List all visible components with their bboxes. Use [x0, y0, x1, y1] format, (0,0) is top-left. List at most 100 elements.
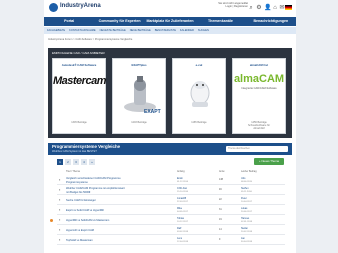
vendor-card-title[interactable]: Autodesk® CAM Software — [53, 63, 105, 67]
page-link[interactable]: 4 — [81, 159, 87, 165]
topic-status-icon: ▪ — [59, 237, 61, 242]
vendor-card[interactable]: e-cut 1165 Beiträge — [172, 58, 226, 134]
topic-status-icon: ▪ — [59, 197, 61, 202]
new-topic-button[interactable]: + Neues Thema — [254, 158, 284, 165]
main-nav-item[interactable]: Community für Experten — [94, 17, 144, 26]
topic-row[interactable]: ▪ Esprit vs Solid CAM vs HyperMill Mike 04.… — [44, 206, 296, 215]
page-link[interactable]: 2 — [65, 159, 71, 165]
topic-title[interactable]: Hypermill vs Esprit CAM — [66, 229, 150, 232]
column-title[interactable]: Titel / Thema — [66, 170, 80, 173]
topic-replies: 14 — [219, 228, 222, 231]
forum-title: Programmiersysteme Vergleiche — [52, 144, 121, 149]
topic-row[interactable]: ▪ Suche CAM für Einsteiger Jonas88 22.03.20… — [44, 196, 296, 205]
home-icon[interactable]: ⌂ — [272, 5, 278, 11]
topic-status-icon: ▪ — [59, 177, 61, 182]
topic-replies: 138 — [219, 178, 223, 181]
vendor-card-count: 1456 Beiträge Schneidsoftware für AlmaCA… — [247, 121, 271, 131]
topic-date: 15.10.2016 — [177, 190, 188, 193]
main-nav-item[interactable]: Portal — [44, 17, 94, 26]
last-post-date: 20.06.2017 — [241, 210, 252, 213]
pagination: 1 2 3 4 » — [57, 159, 95, 165]
topic-status-icon: ▪ — [59, 227, 61, 232]
topic-row[interactable]: ▪ Hypermill vs Esprit CAM Ralf 03.02.2018 14… — [44, 226, 296, 235]
forum-subtitle: Welches CAM-System ist das BESTE? — [52, 150, 97, 153]
last-post-date: 05.11.2016 — [241, 190, 252, 193]
featured-vendors: EMPFOHLENE CAD / CAM ANBIETER Autodesk® … — [48, 48, 292, 138]
topic-title[interactable]: TopSolid vs Mastercam — [66, 239, 150, 242]
topic-title[interactable]: Suche CAM für Einsteiger — [66, 199, 150, 202]
topic-date: 22.03.2017 — [177, 200, 188, 203]
topic-date: 10.12.2017 — [177, 220, 188, 223]
topic-replies: 31 — [219, 208, 222, 211]
topic-status-icon: ▪ — [59, 217, 61, 222]
language-flag-icon[interactable] — [285, 5, 292, 10]
topic-row[interactable]: ▪ TopSolid vs Mastercam Jens 12.04.2018 9 Jan… — [44, 236, 296, 245]
topic-status-icon: ▪ — [59, 187, 61, 192]
topic-replies: 9 — [219, 238, 221, 241]
last-post-date: 20.02.2018 — [241, 230, 252, 233]
mastercam-logo: Mastercam — [53, 75, 106, 87]
main-nav-item[interactable]: Benachrichtigungen — [246, 17, 296, 26]
topic-title-line2[interactable]: Programmsysteme — [66, 181, 150, 184]
next-page-link[interactable]: » — [89, 159, 95, 165]
user-icon[interactable]: 👤 — [264, 5, 271, 11]
topic-row[interactable]: ▪ Vergleich verschiedener CAD/CAM Program… — [44, 176, 296, 185]
topic-row[interactable]: ▪ HyperMill vs SolidCAM vs Mastercam Tobia… — [44, 216, 296, 225]
topic-title[interactable]: Esprit vs Solid CAM vs HyperMill — [66, 209, 150, 212]
breadcrumb[interactable]: IndustryArena Forum > CAD-Software > Pro… — [48, 38, 132, 41]
sub-nav-item[interactable]: NEUE BEITRÄGE — [130, 27, 151, 34]
topic-status-icon: ▪ — [59, 207, 61, 212]
main-nav: Portal Community für Experten Marktplatz… — [44, 17, 296, 26]
last-post-date: 10.04.2017 — [241, 200, 252, 203]
vendor-card-count: 1345 Beiträge — [71, 121, 87, 124]
topic-date: 03.02.2018 — [177, 230, 188, 233]
page: IndustryArena Sie sind nicht angemeldet … — [44, 0, 296, 253]
almacam-logo: almaCAM — [233, 73, 285, 85]
vendor-card-count: 1203 Beiträge — [131, 121, 147, 124]
vendor-card-title[interactable]: EXAPTplus — [113, 63, 165, 67]
topic-row[interactable]: ▪ Welcher CAD/CAM Programme ist empfehlen… — [44, 186, 296, 195]
sub-nav-item[interactable]: FACHGEBIETE — [47, 27, 65, 34]
sub-nav-item[interactable]: KALENDER — [180, 27, 194, 34]
search-icon[interactable]: ⌕ — [248, 5, 254, 11]
main-nav-item[interactable]: Themenkanäle — [195, 17, 245, 26]
last-post-date: 08.06.2015 — [241, 180, 252, 183]
topic-replies: 22 — [219, 198, 222, 201]
topic-date: 12.04.2018 — [177, 240, 188, 243]
sub-nav-item[interactable]: NEUESTE BEITRÄGE — [100, 27, 126, 34]
topic-title[interactable]: HyperMill vs SolidCAM vs Mastercam — [66, 219, 150, 222]
exapt-machine-image: EXAPT — [124, 76, 161, 115]
hot-topic-icon — [50, 219, 53, 222]
sub-nav: FACHGEBIETE KONTAKTAUFNAHME NEUESTE BEIT… — [44, 27, 296, 34]
vendor-card[interactable]: EXAPTplus EXAPT 1203 Beiträge — [112, 58, 166, 134]
sub-nav-item[interactable]: SUCHEN — [198, 27, 209, 34]
sub-nav-item[interactable]: BENUTZERLISTE — [155, 27, 176, 34]
page-link[interactable]: 1 — [57, 159, 63, 165]
topic-date: 04.05.2017 — [177, 210, 188, 213]
forum-search-input[interactable]: Thema durchsuchen — [226, 146, 288, 152]
forum-header: Programmiersysteme Vergleiche Welches CA… — [48, 143, 292, 155]
vendor-card[interactable]: Autodesk® CAM Software Mastercam 1345 Be… — [52, 58, 106, 134]
column-replies[interactable]: Antw. — [219, 170, 225, 173]
vendor-card[interactable]: almaCAM Cut almaCAM Integrierte CAD/CAM-… — [232, 58, 286, 134]
gear-icon[interactable]: ⚙ — [256, 5, 262, 11]
page-link[interactable]: 3 — [73, 159, 79, 165]
sub-nav-item[interactable]: KONTAKTAUFNAHME — [69, 27, 95, 34]
exapt-logo: EXAPT — [144, 109, 161, 115]
header: IndustryArena Sie sind nicht angemeldet … — [44, 0, 296, 16]
column-author[interactable]: Anfang — [177, 170, 185, 173]
topic-replies: 19 — [219, 218, 222, 221]
vendor-card-count: 1165 Beiträge — [191, 121, 207, 124]
topic-date: 01.12.2014 — [177, 180, 188, 183]
column-last-post[interactable]: Letzter Beitrag — [241, 170, 257, 173]
vendor-card-title[interactable]: e-cut — [173, 63, 225, 67]
topic-table-header: Titel / Thema Anfang Antw. Letzter Beitr… — [57, 170, 285, 175]
login-links[interactable]: Login | Registrieren — [218, 5, 248, 8]
vendor-card-title[interactable]: almaCAM Cut — [233, 63, 285, 67]
last-post-date: 02.01.2018 — [241, 220, 252, 223]
topic-title-line2[interactable]: mit Budget bis 5000€ — [66, 191, 150, 194]
main-nav-item[interactable]: Marktplatz für Zulieferanten — [145, 17, 195, 26]
logo-icon[interactable] — [49, 3, 58, 12]
logo-text[interactable]: IndustryArena — [60, 3, 101, 9]
featured-title: EMPFOHLENE CAD / CAM ANBIETER — [52, 51, 105, 55]
